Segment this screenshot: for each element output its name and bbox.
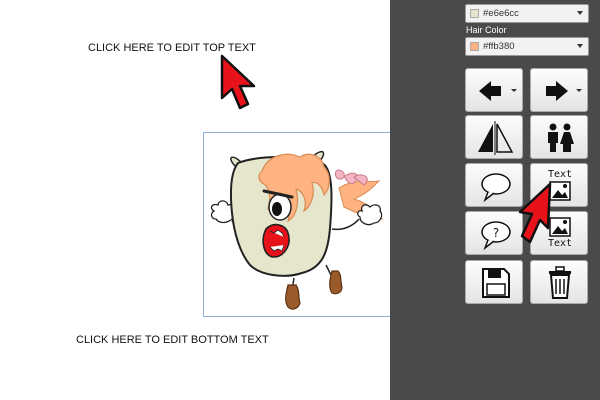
gender-button[interactable]: [530, 115, 588, 159]
meme-canvas: CLICK HERE TO EDIT TOP TEXT CLICK HERE T…: [0, 0, 391, 400]
delete-button[interactable]: [530, 260, 588, 304]
monster-character-illustration: [210, 150, 384, 310]
hair-color-label: Hair Color: [466, 25, 507, 35]
hair-color-select[interactable]: #ffb380: [465, 37, 589, 56]
flip-horizontal-icon: [478, 121, 514, 155]
previous-button[interactable]: [465, 68, 523, 112]
chevron-down-icon: [577, 11, 583, 15]
character-image[interactable]: [203, 132, 391, 317]
skin-color-select[interactable]: #e6e6cc: [465, 4, 589, 23]
skin-color-swatch: [470, 9, 479, 18]
skin-color-value: #e6e6cc: [483, 8, 519, 19]
hair-color-value: #ffb380: [483, 41, 515, 52]
save-button[interactable]: [465, 260, 523, 304]
svg-text:?: ?: [493, 226, 499, 240]
floppy-disk-icon: [482, 268, 510, 298]
pointer-cursor-icon: [518, 182, 552, 244]
trash-icon: [549, 266, 571, 299]
bottom-text-caption[interactable]: CLICK HERE TO EDIT BOTTOM TEXT: [76, 334, 269, 346]
pointer-cursor-icon: [220, 54, 256, 110]
next-button[interactable]: [530, 68, 588, 112]
flip-button[interactable]: [465, 115, 523, 159]
chevron-down-icon: [576, 89, 582, 92]
chevron-down-icon: [511, 89, 517, 92]
man-woman-icon: [548, 123, 574, 152]
chevron-down-icon: [577, 44, 583, 48]
hair-color-swatch: [470, 42, 479, 51]
